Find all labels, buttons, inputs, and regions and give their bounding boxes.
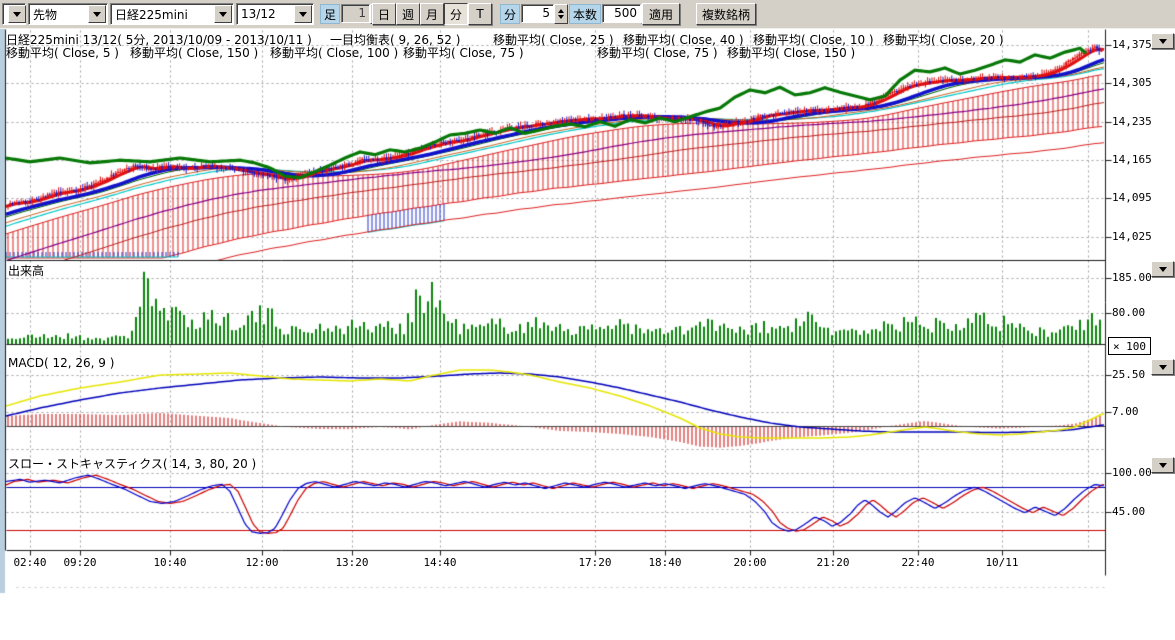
- x-axis-tick-label: 02:40: [13, 556, 46, 569]
- minute-label: 分: [500, 4, 520, 24]
- price-chart-canvas[interactable]: [0, 0, 1175, 640]
- y-axis-tick-label: 45.00: [1112, 505, 1145, 518]
- chart-application-window: 先物 日経225mini 13/12 足 1 日週月分T 分 5 本数 500 …: [0, 0, 1175, 640]
- x-axis-tick-label: 20:00: [733, 556, 766, 569]
- price-pane-scroll-down-button[interactable]: [1151, 33, 1174, 49]
- y-axis-tick-label: 14,235: [1112, 115, 1152, 128]
- spin-button[interactable]: [554, 4, 568, 24]
- macd-pane-label: MACD( 12, 26, 9 ): [8, 356, 114, 370]
- y-axis-tick-label: 14,165: [1112, 153, 1152, 166]
- chevron-down-icon: [1159, 463, 1167, 468]
- category-combo-value: 先物: [29, 6, 87, 23]
- period-button-minute[interactable]: 分: [444, 3, 468, 25]
- legend-item: 移動平均( Close, 150 ): [130, 44, 258, 61]
- multi-symbol-button[interactable]: 複数銘柄: [696, 3, 756, 25]
- legend-item: 移動平均( Close, 5 ): [6, 44, 119, 61]
- mini-combo[interactable]: [2, 3, 26, 25]
- interval-spinner-value: 1: [341, 4, 370, 23]
- x-axis-tick-label: 17:20: [578, 556, 611, 569]
- volume-pane-label: 出来高: [8, 262, 44, 279]
- y-axis-tick-label: 25.50: [1112, 368, 1145, 381]
- x-axis-tick-label: 12:00: [245, 556, 278, 569]
- toolbar: 先物 日経225mini 13/12 足 1 日週月分T 分 5 本数 500 …: [0, 0, 1175, 29]
- x-axis-tick-label: 18:40: [648, 556, 681, 569]
- period-button-tick[interactable]: T: [468, 3, 492, 25]
- legend-item: 移動平均( Close, 75 ): [403, 44, 524, 61]
- volume-unit-multiplier-badge: × 100: [1108, 337, 1151, 355]
- symbol-combo[interactable]: 日経225mini: [110, 3, 234, 25]
- y-axis-tick-label: 14,375: [1112, 38, 1152, 51]
- y-axis-tick-label: 14,305: [1112, 76, 1152, 89]
- period-button-month[interactable]: 月: [420, 3, 444, 25]
- x-axis-tick-label: 09:20: [63, 556, 96, 569]
- stochastics-pane-label: スロー・ストキャスティクス( 14, 3, 80, 20 ): [8, 455, 256, 472]
- x-axis-tick-label: 10:40: [153, 556, 186, 569]
- legend-item: 移動平均( Close, 150 ): [727, 44, 855, 61]
- bar-count-spinner-value: 500: [602, 4, 641, 23]
- legend-item: 移動平均( Close, 20 ): [883, 31, 1004, 48]
- minute-spinner-value: 5: [521, 4, 554, 23]
- y-axis-tick-label: 80.00: [1112, 306, 1145, 319]
- x-axis-tick-label: 22:40: [901, 556, 934, 569]
- bar-type-label: 足: [320, 4, 340, 24]
- macd-pane-scroll-down-button[interactable]: [1151, 359, 1174, 375]
- y-axis-tick-label: 7.00: [1112, 405, 1139, 418]
- x-axis-tick-label: 14:40: [423, 556, 456, 569]
- period-button-week[interactable]: 週: [396, 3, 420, 25]
- bar-count-label: 本数: [569, 4, 601, 24]
- y-axis-tick-label: 185.00: [1112, 271, 1152, 284]
- contract-month-combo[interactable]: 13/12: [236, 3, 314, 25]
- legend-item: 移動平均( Close, 100 ): [270, 44, 398, 61]
- category-combo[interactable]: 先物: [28, 3, 108, 25]
- stoch-pane-scroll-down-button[interactable]: [1151, 457, 1174, 473]
- chevron-down-icon: [1159, 267, 1167, 272]
- volume-pane-scroll-down-button[interactable]: [1151, 261, 1174, 277]
- chevron-down-icon[interactable]: [8, 5, 26, 23]
- chevron-down-icon[interactable]: [294, 5, 312, 23]
- x-axis-tick-label: 13:20: [335, 556, 368, 569]
- x-axis-tick-label: 21:20: [816, 556, 849, 569]
- contract-month-combo-value: 13/12: [237, 7, 293, 21]
- y-axis-tick-label: 14,025: [1112, 230, 1152, 243]
- period-button-day[interactable]: 日: [372, 3, 396, 25]
- apply-button[interactable]: 適用: [642, 3, 680, 25]
- chevron-down-icon[interactable]: [88, 5, 106, 23]
- x-axis-tick-label: 10/11: [985, 556, 1018, 569]
- chevron-down-icon: [1159, 39, 1167, 44]
- y-axis-tick-label: 100.00: [1112, 466, 1152, 479]
- legend-item: 移動平均( Close, 75 ): [597, 44, 718, 61]
- symbol-combo-value: 日経225mini: [111, 6, 213, 23]
- y-axis-tick-label: 14,095: [1112, 191, 1152, 204]
- chevron-down-icon: [1159, 365, 1167, 370]
- chevron-down-icon[interactable]: [214, 5, 232, 23]
- minute-spinner[interactable]: 5: [521, 4, 568, 22]
